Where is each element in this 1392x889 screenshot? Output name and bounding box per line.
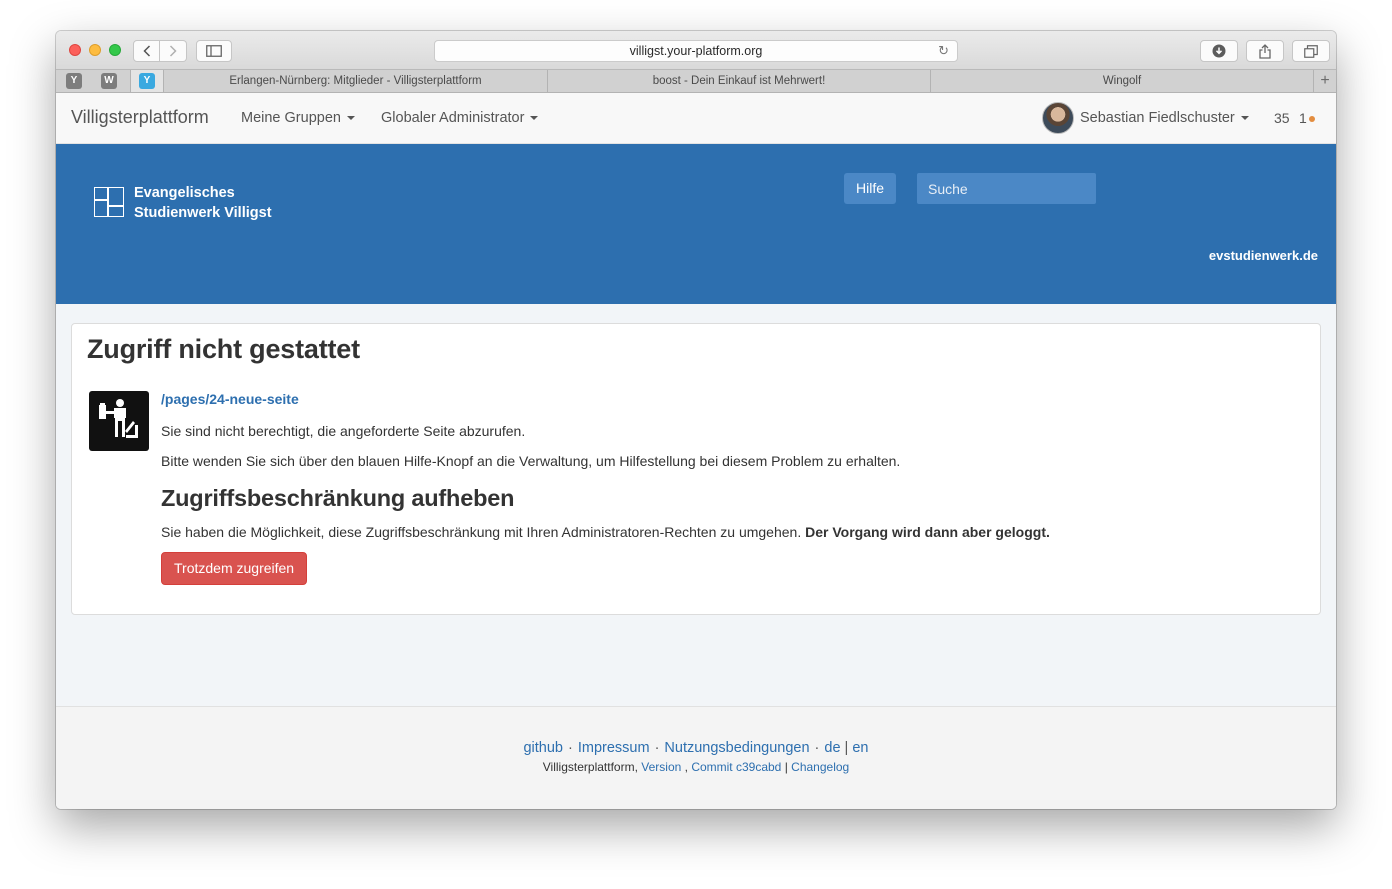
tab-wingolf[interactable]: Wingolf	[931, 70, 1314, 92]
footer-pipe: |	[784, 760, 788, 774]
menu-global-admin[interactable]: Globaler Administrator	[381, 110, 539, 126]
show-tabs-button[interactable]	[1292, 40, 1330, 62]
page-title: Zugriff nicht gestattet	[87, 334, 360, 364]
pinned-tab-3-active[interactable]: Y	[130, 70, 164, 92]
override-access-button[interactable]: Trotzdem zugreifen	[161, 552, 308, 585]
tab-bar: Y W Y Erlangen-Nürnberg: Mitglieder - Vi…	[56, 69, 1336, 93]
forward-button[interactable]	[160, 40, 187, 62]
footer-pipe: |	[844, 740, 849, 756]
web-page: Villigsterplattform Meine Gruppen Global…	[56, 93, 1336, 809]
header-banner: Evangelisches Studienwerk Villigst Hilfe…	[56, 144, 1336, 304]
footer-link-impressum[interactable]: Impressum	[578, 740, 650, 756]
override-text: Sie haben die Möglichkeit, diese Zugriff…	[161, 524, 802, 540]
zoom-window-button[interactable]	[109, 44, 121, 56]
back-button[interactable]	[133, 40, 160, 62]
organisation-name-line1: Evangelisches	[134, 185, 235, 201]
user-name-label: Sebastian Fiedlschuster	[1080, 110, 1235, 126]
pinned-tab-2[interactable]: W	[101, 73, 117, 89]
status-dot-icon	[1309, 116, 1315, 122]
menu-my-groups-label: Meine Gruppen	[241, 110, 341, 126]
share-button[interactable]	[1246, 40, 1284, 62]
footer-separator: ·	[814, 740, 820, 756]
notification-counter[interactable]: 35	[1274, 110, 1290, 126]
tab-mitglieder[interactable]: Erlangen-Nürnberg: Mitglieder - Villigst…	[164, 70, 548, 92]
top-navbar: Villigsterplattform Meine Gruppen Global…	[56, 93, 1336, 144]
downloads-button[interactable]	[1200, 40, 1238, 62]
language-en-link[interactable]: en	[852, 740, 868, 756]
caret-down-icon	[530, 116, 539, 121]
organisation-name-line2: Studienwerk Villigst	[134, 205, 272, 221]
chevron-left-icon	[142, 45, 150, 57]
user-menu[interactable]: Sebastian Fiedlschuster	[1080, 110, 1249, 126]
footer-links: github · Impressum · Nutzungsbedingungen · de …	[56, 740, 1336, 756]
footer-separator: ·	[654, 740, 660, 756]
history-nav	[133, 40, 187, 62]
avatar[interactable]	[1042, 102, 1074, 134]
override-description: Sie haben die Möglichkeit, diese Zugriff…	[161, 522, 1301, 542]
tab-boost[interactable]: boost - Dein Einkauf ist Mehrwert!	[548, 70, 931, 92]
chevron-right-icon	[169, 45, 177, 57]
footer-separator: ·	[568, 740, 573, 756]
changelog-link[interactable]: Changelog	[791, 760, 849, 774]
access-denied-message: Sie sind nicht berechtigt, die angeforde…	[161, 423, 526, 439]
browser-toolbar: villigst.your-platform.org ↻	[56, 31, 1336, 69]
footer-meta: Villigsterplattform, Version , Commit c3…	[542, 760, 850, 774]
search-input[interactable]	[917, 173, 1096, 204]
share-icon	[1259, 43, 1271, 59]
new-tab-button[interactable]: +	[1314, 70, 1336, 92]
download-icon	[1212, 44, 1226, 58]
close-window-button[interactable]	[69, 44, 81, 56]
caret-down-icon	[1240, 116, 1249, 121]
version-link[interactable]: Version	[641, 760, 681, 774]
access-control-icon	[89, 391, 149, 451]
override-heading: Zugriffsbeschränkung aufheben	[161, 485, 515, 511]
sidebar-icon	[206, 45, 222, 57]
platform-name: Villigsterplattform,	[542, 760, 638, 774]
help-button[interactable]: Hilfe	[844, 173, 896, 204]
address-bar[interactable]: villigst.your-platform.org ↻	[434, 40, 958, 62]
tabs-overview-icon	[1304, 44, 1318, 58]
reload-icon[interactable]: ↻	[938, 41, 949, 61]
minimize-window-button[interactable]	[89, 44, 101, 56]
sidebar-toggle-button[interactable]	[196, 40, 232, 62]
help-instructions: Bitte wenden Sie sich über den blauen Hi…	[161, 453, 901, 469]
caret-down-icon	[346, 116, 355, 121]
unread-counter[interactable]: 1	[1299, 110, 1307, 126]
pinned-tab-3: Y	[139, 73, 155, 89]
commit-link[interactable]: Commit c39cabd	[691, 760, 781, 774]
page-footer: github · Impressum · Nutzungsbedingungen · de …	[56, 706, 1336, 809]
footer-link-terms[interactable]: Nutzungsbedingungen	[664, 740, 809, 756]
override-warning: Der Vorgang wird dann aber geloggt.	[805, 524, 1050, 540]
requested-path-link[interactable]: /pages/24-neue-seite	[161, 391, 1301, 411]
brand-link[interactable]: Villigsterplattform	[71, 107, 209, 128]
pinned-tab-1[interactable]: Y	[66, 73, 82, 89]
organisation-name[interactable]: Evangelisches Studienwerk Villigst	[134, 183, 272, 223]
footer-link-github[interactable]: github	[523, 740, 563, 756]
browser-window: villigst.your-platform.org ↻ Y W Y Erlan…	[56, 31, 1336, 809]
menu-my-groups[interactable]: Meine Gruppen	[241, 110, 355, 126]
access-denied-panel: Zugriff nicht gestattet /pages/24-neue-s…	[71, 323, 1321, 615]
url-text: villigst.your-platform.org	[629, 44, 763, 58]
menu-global-admin-label: Globaler Administrator	[381, 110, 525, 126]
access-denied-content: /pages/24-neue-seite Sie sind nicht bere…	[161, 391, 1301, 585]
language-de-link[interactable]: de	[824, 740, 840, 756]
evstudienwerk-link[interactable]: evstudienwerk.de	[1209, 248, 1318, 263]
villigst-logo-icon[interactable]	[94, 187, 124, 217]
